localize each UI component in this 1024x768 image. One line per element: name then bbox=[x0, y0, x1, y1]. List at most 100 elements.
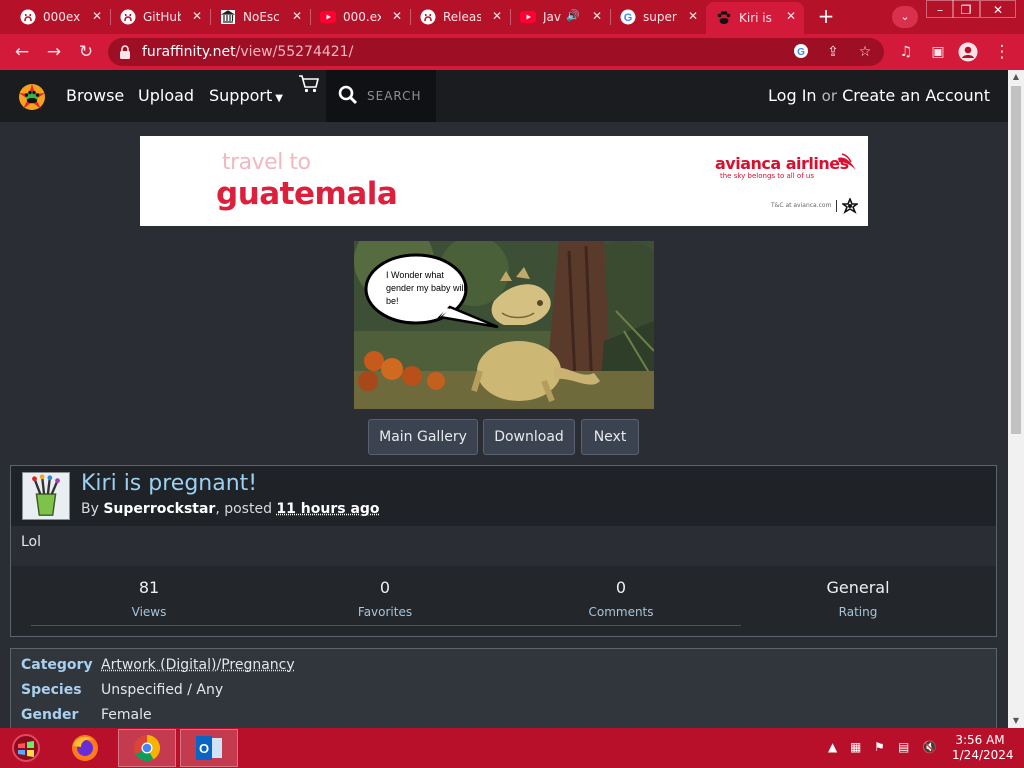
minimize-icon[interactable]: – bbox=[926, 0, 954, 18]
outlook-icon: O bbox=[196, 736, 222, 760]
author-link[interactable]: Superrockstar bbox=[103, 501, 215, 517]
tab-title: super bbox=[643, 10, 677, 24]
taskbar-chrome[interactable] bbox=[118, 729, 176, 767]
tab-title: Releas bbox=[443, 10, 481, 24]
address-bar[interactable]: furaffinity.net/view/55274421/ G ⇪ ☆ bbox=[108, 38, 884, 66]
tab-title: 000ex bbox=[43, 10, 81, 24]
back-icon[interactable]: ← bbox=[12, 42, 32, 62]
google-lens-icon[interactable]: G bbox=[792, 43, 810, 61]
scroll-down-icon[interactable]: ▼ bbox=[1008, 714, 1024, 728]
tab-5[interactable]: Jav 🔊 ✕ bbox=[510, 2, 611, 32]
auth-links: Log In or Create an Account bbox=[768, 86, 990, 105]
category-link[interactable]: Artwork (Digital) bbox=[101, 657, 216, 673]
close-window-icon[interactable]: ✕ bbox=[980, 0, 1016, 18]
forward-icon[interactable]: → bbox=[44, 42, 64, 62]
ad-tagline: the sky belongs to all of us bbox=[720, 172, 814, 180]
url-text: furaffinity.net/view/55274421/ bbox=[142, 44, 354, 60]
download-button[interactable]: Download bbox=[483, 419, 575, 455]
stat-comments: 0 Comments bbox=[588, 578, 654, 619]
ad-banner[interactable]: travel to guatemala avianca airlines the… bbox=[140, 136, 868, 226]
next-button[interactable]: Next bbox=[581, 419, 639, 455]
search-icon bbox=[338, 85, 358, 105]
close-icon[interactable]: ✕ bbox=[192, 9, 202, 23]
close-icon[interactable]: ✕ bbox=[392, 9, 402, 23]
bird-logo-icon bbox=[838, 153, 856, 170]
youtube-icon bbox=[520, 9, 536, 25]
submission-title: Kiri is pregnant! bbox=[81, 471, 258, 496]
youtube-icon bbox=[320, 9, 336, 25]
chrome-icon bbox=[134, 735, 161, 762]
volume-muted-icon[interactable]: 🔇 bbox=[922, 740, 937, 754]
stats-row: 81 Views 0 Favorites 0 Comments General … bbox=[11, 566, 996, 636]
info-gender: Gender Female bbox=[21, 707, 152, 723]
svg-text:O: O bbox=[199, 741, 209, 756]
ad-terms: T&C at avianca.com bbox=[771, 202, 832, 209]
tab-4[interactable]: Releas ✕ bbox=[410, 2, 511, 32]
start-orb-icon bbox=[12, 734, 40, 762]
tab-0[interactable]: 000ex ✕ bbox=[10, 2, 111, 32]
taskbar-firefox[interactable] bbox=[56, 729, 114, 767]
restore-icon[interactable]: ❐ bbox=[952, 0, 980, 18]
submission-description: Lol bbox=[21, 534, 42, 550]
main-gallery-button[interactable]: Main Gallery bbox=[368, 419, 478, 455]
close-icon[interactable]: ✕ bbox=[492, 9, 502, 23]
scroll-thumb[interactable] bbox=[1011, 86, 1021, 434]
site-search[interactable]: SEARCH bbox=[326, 70, 436, 122]
submission-header: Kiri is pregnant! By Superrockstar, post… bbox=[11, 466, 996, 526]
tab-title: GitHub bbox=[143, 10, 181, 24]
avatar[interactable] bbox=[22, 472, 70, 520]
site-navbar: Browse Upload Support ▼ SEARCH Log In or … bbox=[0, 70, 1008, 122]
scroll-up-icon[interactable]: ▲ bbox=[1008, 70, 1024, 84]
github-icon bbox=[420, 9, 436, 25]
info-category: Category Artwork (Digital)/Pregnancy bbox=[21, 657, 295, 673]
ad-headline-2: guatemala bbox=[216, 176, 398, 212]
system-clock[interactable]: 3:56 AM 1/24/2024 bbox=[952, 733, 1014, 763]
google-icon: G bbox=[620, 9, 636, 25]
close-icon[interactable]: ✕ bbox=[592, 9, 602, 23]
posted-time: 11 hours ago bbox=[276, 501, 380, 517]
ad-brand: avianca airlines bbox=[715, 154, 849, 173]
share-icon[interactable]: ⇪ bbox=[824, 43, 842, 61]
tab-2[interactable]: NoEsc ✕ bbox=[210, 2, 311, 32]
theme-link[interactable]: Pregnancy bbox=[221, 657, 294, 673]
new-tab-button[interactable]: + bbox=[814, 5, 838, 29]
close-icon[interactable]: ✕ bbox=[786, 9, 796, 23]
tab-6[interactable]: G super ✕ bbox=[610, 2, 706, 32]
close-icon[interactable]: ✕ bbox=[292, 9, 302, 23]
furaffinity-logo-icon[interactable] bbox=[16, 81, 48, 113]
close-icon[interactable]: ✕ bbox=[688, 9, 698, 23]
submission-info-panel: Category Artwork (Digital)/Pregnancy Spec… bbox=[10, 648, 997, 728]
windows-taskbar: O ▲ ▦ ⚑ ▤ 🔇 3:56 AM 1/24/2024 bbox=[0, 728, 1024, 768]
taskbar-outlook[interactable]: O bbox=[180, 729, 238, 767]
display-tray-icon[interactable]: ▤ bbox=[898, 740, 909, 754]
nav-support[interactable]: Support ▼ bbox=[209, 86, 283, 105]
show-hidden-icons[interactable]: ▲ bbox=[828, 740, 837, 754]
login-link[interactable]: Log In bbox=[768, 86, 817, 105]
lock-icon[interactable] bbox=[118, 44, 132, 60]
speaker-icon[interactable]: 🔊 bbox=[566, 9, 580, 22]
tab-7[interactable]: Kiri is ✕ bbox=[706, 2, 804, 34]
side-panel-icon[interactable]: ▣ bbox=[928, 42, 948, 62]
page-scrollbar[interactable]: ▲ ▼ bbox=[1008, 70, 1024, 728]
close-icon[interactable]: ✕ bbox=[92, 9, 102, 23]
tab-3[interactable]: 000.ex ✕ bbox=[310, 2, 411, 32]
firefox-icon bbox=[72, 735, 98, 761]
ad-headline-1: travel to bbox=[222, 150, 311, 175]
tab-search-button[interactable]: ⌄ bbox=[892, 6, 918, 28]
adchoices-icon[interactable] bbox=[842, 198, 858, 214]
nav-upload[interactable]: Upload bbox=[138, 86, 194, 105]
create-account-link[interactable]: Create an Account bbox=[842, 86, 990, 105]
tab-1[interactable]: GitHub ✕ bbox=[110, 2, 211, 32]
tab-strip: 000ex ✕ GitHub ✕ NoEsc ✕ 000.ex ✕ Releas… bbox=[0, 0, 1024, 34]
media-control-icon[interactable]: ♫ bbox=[896, 42, 916, 62]
action-center-flag-icon[interactable]: ⚑ bbox=[874, 740, 885, 754]
nav-browse[interactable]: Browse bbox=[66, 86, 124, 105]
network-tray-icon[interactable]: ▦ bbox=[850, 740, 861, 754]
start-button[interactable] bbox=[0, 729, 52, 767]
submission-artwork[interactable] bbox=[354, 241, 654, 409]
reload-icon[interactable]: ↻ bbox=[76, 42, 96, 62]
profile-icon[interactable] bbox=[958, 42, 978, 62]
cart-icon[interactable] bbox=[298, 74, 320, 94]
bookmark-star-icon[interactable]: ☆ bbox=[856, 43, 874, 61]
menu-icon[interactable]: ⋮ bbox=[992, 42, 1012, 62]
